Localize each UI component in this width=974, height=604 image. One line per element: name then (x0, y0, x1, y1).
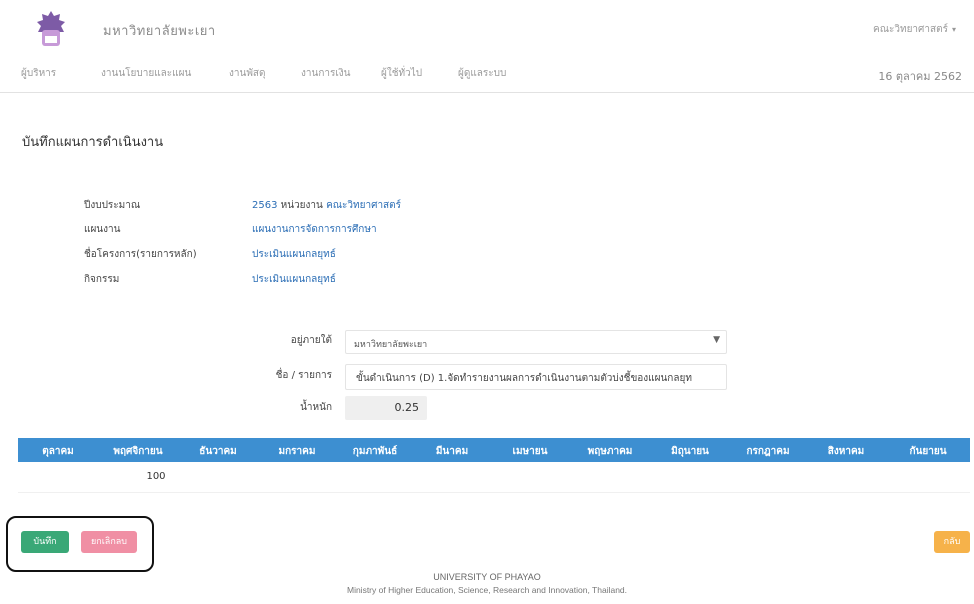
month-value-nov[interactable]: 100 (146, 471, 165, 482)
menu-item-executive[interactable]: ผู้บริหาร (21, 66, 56, 81)
faculty-dropdown[interactable]: คณะวิทยาศาสตร์ ▾ (873, 22, 956, 37)
month-header-jan: มกราคม (278, 446, 316, 457)
menu-item-finance[interactable]: งานการเงิน (301, 66, 351, 81)
year-label: ปีงบประมาณ (84, 200, 141, 211)
activity-value: ประเมินแผนกลยุทธ์ (252, 274, 336, 285)
unit-label: หน่วยงาน (280, 200, 323, 211)
month-header-jul: กรกฎาคม (746, 446, 790, 457)
month-header-dec: ธันวาคม (199, 446, 237, 457)
footer-ministry: Ministry of Higher Education, Science, R… (346, 585, 628, 595)
month-header-may: พฤษภาคม (587, 446, 633, 457)
back-button[interactable]: กลับ (934, 531, 970, 553)
month-values-row: 100 (18, 462, 970, 493)
dropdown-arrow-icon: ▼ (713, 335, 720, 345)
menu-item-admin[interactable]: ผู้ดูแลระบบ (458, 66, 506, 81)
month-header-sep: กันยายน (909, 446, 947, 457)
caret-down-icon: ▾ (951, 25, 956, 34)
brand-title[interactable]: มหาวิทยาลัยพะเยา (103, 20, 216, 41)
menu-item-supplies[interactable]: งานพัสดุ (229, 66, 266, 81)
year-value: 2563 (252, 200, 278, 211)
project-value: ประเมินแผนกลยุทธ์ (252, 249, 336, 260)
month-header-mar: มีนาคม (435, 446, 469, 457)
current-date: 16 ตุลาคม 2562 (878, 70, 962, 83)
plan-value: แผนงานการจัดการการศึกษา (252, 224, 377, 235)
under-select-value: มหาวิทยาลัยพะเยา (354, 340, 428, 350)
month-header-feb: กุมภาพันธ์ (352, 446, 398, 457)
month-header-apr: เมษายน (512, 446, 548, 457)
under-label: อยู่ภายใต้ (290, 335, 332, 346)
faculty-dropdown-label: คณะวิทยาศาสตร์ (873, 24, 948, 35)
save-button[interactable]: บันทึก (21, 531, 69, 553)
top-navbar: มหาวิทยาลัยพะเยา คณะวิทยาศาสตร์ ▾ ผู้บริห… (0, 0, 974, 93)
weight-label: น้ำหนัก (300, 402, 332, 413)
page-title: บันทึกแผนการดำเนินงาน (22, 135, 164, 150)
menu-item-policy-plan[interactable]: งานนโยบายและแผน (101, 66, 191, 81)
month-header-oct: ตุลาคม (42, 446, 74, 457)
activity-label: กิจกรรม (84, 274, 120, 285)
month-table-header: ตุลาคม พฤศจิกายน ธันวาคม มกราคม กุมภาพัน… (18, 438, 970, 462)
item-label: ชื่อ / รายการ (275, 370, 332, 381)
month-header-jun: มิถุนายน (671, 446, 709, 457)
weight-input[interactable]: 0.25 (345, 396, 427, 420)
plan-label: แผนงาน (84, 224, 121, 235)
project-label: ชื่อโครงการ(รายการหลัก) (84, 249, 197, 260)
menu-item-general-user[interactable]: ผู้ใช้ทั่วไป (381, 66, 422, 81)
under-select[interactable]: มหาวิทยาลัยพะเยา ▼ (345, 330, 727, 354)
year-unit-values: 2563 หน่วยงาน คณะวิทยาศาสตร์ (252, 198, 401, 213)
month-header-aug: สิงหาคม (827, 446, 865, 457)
footer-university: UNIVERSITY OF PHAYAO (433, 572, 541, 582)
university-logo-icon[interactable] (34, 10, 68, 50)
item-input-value: ขั้นดำเนินการ (D) 1.จัดทำรายงานผลการดำเน… (356, 373, 692, 384)
item-input[interactable]: ขั้นดำเนินการ (D) 1.จัดทำรายงานผลการดำเน… (345, 364, 727, 390)
cancel-button[interactable]: ยกเลิกลบ (81, 531, 137, 553)
unit-value: คณะวิทยาศาสตร์ (326, 200, 402, 211)
month-header-nov: พฤศจิกายน (113, 446, 163, 457)
weight-input-value: 0.25 (394, 401, 420, 414)
